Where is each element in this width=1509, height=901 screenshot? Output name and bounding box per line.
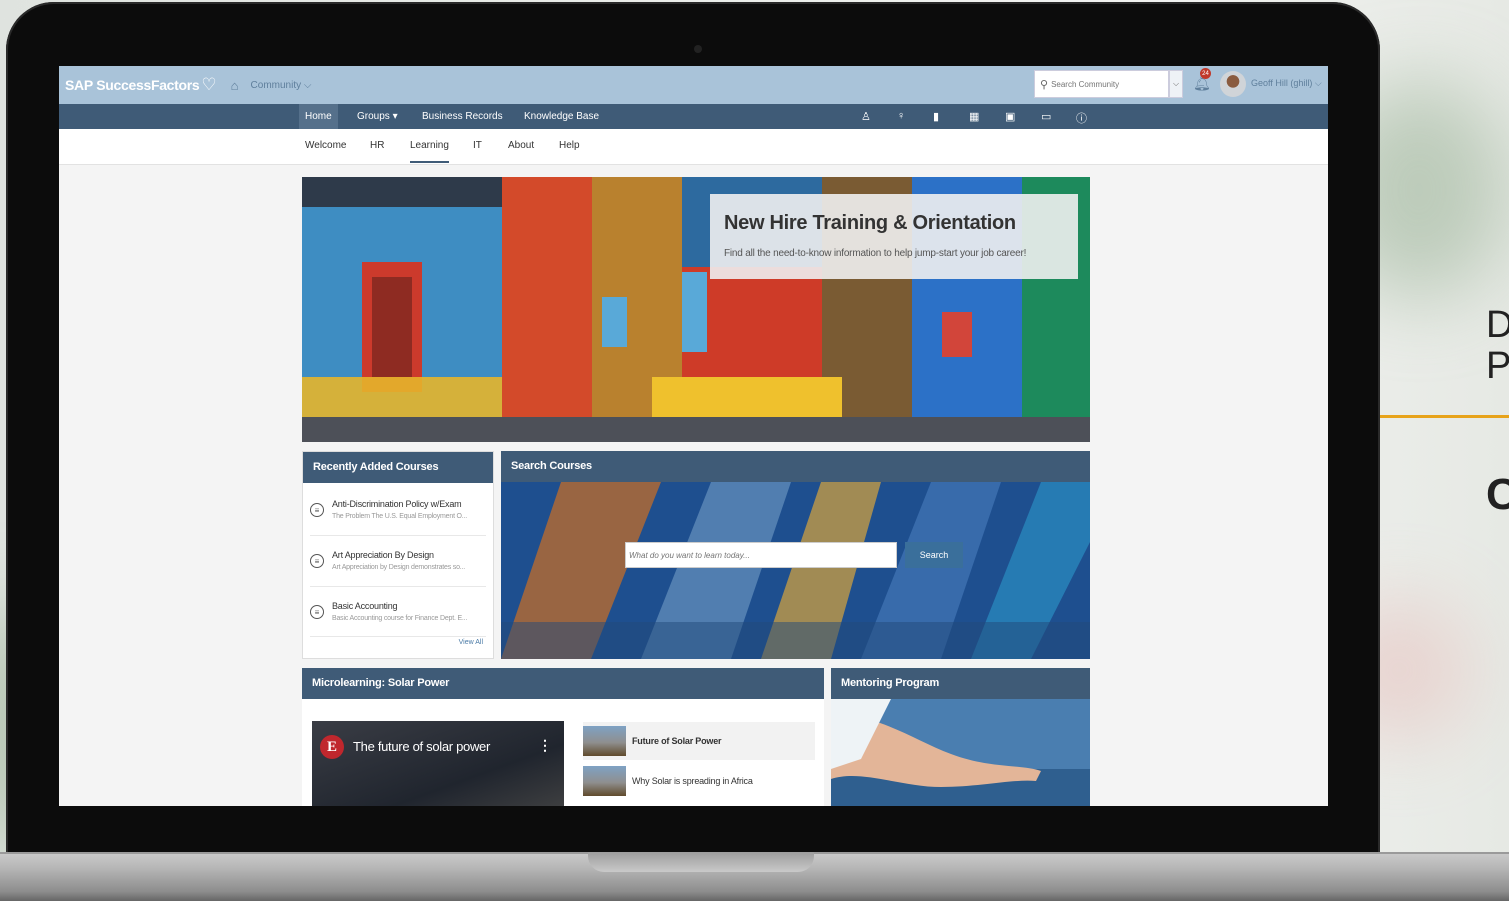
hero-card: New Hire Training & Orientation Find all… [710, 194, 1078, 279]
community-dropdown[interactable]: Community ⌵ [251, 80, 312, 91]
tab-it[interactable]: IT [473, 140, 482, 151]
mentoring-image [831, 699, 1090, 806]
search-input[interactable] [1051, 79, 1162, 89]
notification-badge: 24 [1200, 68, 1211, 79]
shipping-port-image [501, 482, 1090, 659]
microlearning-panel: Microlearning: Solar Power E The future … [302, 668, 824, 806]
side-heading-fragment: P [1486, 345, 1509, 387]
divider [310, 586, 486, 587]
course-search-input[interactable] [625, 542, 897, 568]
sub-nav: Welcome HR Learning IT About Help [59, 129, 1328, 165]
course-title[interactable]: Art Appreciation By Design [332, 550, 434, 560]
panel-title: Recently Added Courses [303, 452, 493, 483]
home-icon[interactable]: ⌂ [231, 78, 239, 93]
channel-logo: E [320, 735, 344, 759]
side-divider [1380, 415, 1509, 418]
laptop-notch [588, 852, 814, 872]
chat-icon[interactable]: ▭ [1041, 110, 1051, 123]
video-player[interactable]: E The future of solar power ⋮ [312, 721, 564, 806]
tab-welcome[interactable]: Welcome [305, 140, 347, 151]
avatar[interactable] [1220, 71, 1246, 97]
recent-courses-panel: Recently Added Courses ≡ Anti-Discrimina… [302, 451, 494, 659]
nav-knowledge-base[interactable]: Knowledge Base [518, 104, 605, 129]
course-title[interactable]: Basic Accounting [332, 601, 398, 611]
view-all-link[interactable]: View All [459, 639, 483, 646]
side-heading-fragment: D [1486, 304, 1509, 346]
more-icon[interactable]: ⋮ [538, 737, 552, 754]
lightbulb-icon[interactable]: ♀ [897, 110, 905, 122]
camera [694, 45, 702, 53]
video-list-title: Why Solar is spreading in Africa [632, 776, 753, 786]
tab-learning[interactable]: Learning [410, 140, 449, 151]
course-description: Art Appreciation by Design demonstrates … [332, 564, 466, 571]
video-title: The future of solar power [353, 739, 491, 754]
nav-home[interactable]: Home [299, 104, 338, 129]
hero-banner[interactable]: New Hire Training & Orientation Find all… [302, 177, 1090, 442]
hero-title: New Hire Training & Orientation [724, 212, 1016, 234]
community-search[interactable]: ⚲ [1034, 70, 1169, 98]
search-scope-dropdown[interactable]: ⌵ [1169, 70, 1183, 98]
course-description: The Problem The U.S. Equal Employment O.… [332, 513, 468, 520]
course-icon: ≡ [310, 605, 324, 619]
panel-title: Mentoring Program [831, 668, 1090, 699]
video-list-title: Future of Solar Power [632, 736, 722, 746]
panel-title: Search Courses [501, 451, 1090, 482]
search-courses-panel: Search Courses Search [501, 451, 1090, 659]
course-item[interactable]: ≡ Anti-Discrimination Policy w/Exam The … [303, 497, 493, 547]
course-icon: ≡ [310, 503, 324, 517]
help-icon[interactable]: ⓘ [1076, 110, 1087, 126]
heart-logo-icon: ♡ [201, 75, 217, 94]
tab-help[interactable]: Help [559, 140, 580, 151]
tab-about[interactable]: About [508, 140, 534, 151]
nav-groups[interactable]: Groups ▾ [351, 104, 404, 129]
panel-title: Microlearning: Solar Power [302, 668, 824, 699]
bookmark-icon[interactable]: ▮ [933, 110, 939, 123]
calendar-icon[interactable]: ▦ [969, 110, 979, 123]
main-nav: Home Groups ▾ Business Records Knowledge… [59, 104, 1328, 129]
nav-business-records[interactable]: Business Records [416, 104, 509, 129]
course-icon: ≡ [310, 554, 324, 568]
clipboard-icon[interactable]: ▣ [1005, 110, 1015, 123]
video-thumbnail [583, 766, 626, 796]
course-description: Basic Accounting course for Finance Dept… [332, 615, 468, 622]
mentoring-panel[interactable]: Mentoring Program [831, 668, 1090, 806]
hero-subtitle: Find all the need-to-know information to… [724, 248, 1027, 259]
brand-logo[interactable]: SAP SuccessFactors [65, 77, 200, 93]
course-item[interactable]: ≡ Art Appreciation By Design Art Appreci… [303, 548, 493, 598]
tab-hr[interactable]: HR [370, 140, 384, 151]
active-tab-indicator [410, 161, 449, 163]
search-button[interactable]: Search [905, 542, 963, 568]
divider [310, 535, 486, 536]
video-list-item[interactable]: Future of Solar Power [583, 722, 815, 760]
side-heading-fragment: C [1486, 470, 1509, 519]
video-thumbnail [583, 726, 626, 756]
person-icon[interactable]: ♙ [861, 110, 871, 123]
video-list-item[interactable]: Why Solar is spreading in Africa [583, 762, 815, 800]
course-title[interactable]: Anti-Discrimination Policy w/Exam [332, 499, 462, 509]
divider [310, 636, 486, 637]
screen: SAP SuccessFactors ♡ ⌂ Community ⌵ ⚲ ⌵ 🔔… [59, 66, 1328, 806]
search-icon: ⚲ [1040, 78, 1049, 91]
user-menu[interactable]: Geoff Hill (ghill) ⌵ [1251, 78, 1322, 89]
